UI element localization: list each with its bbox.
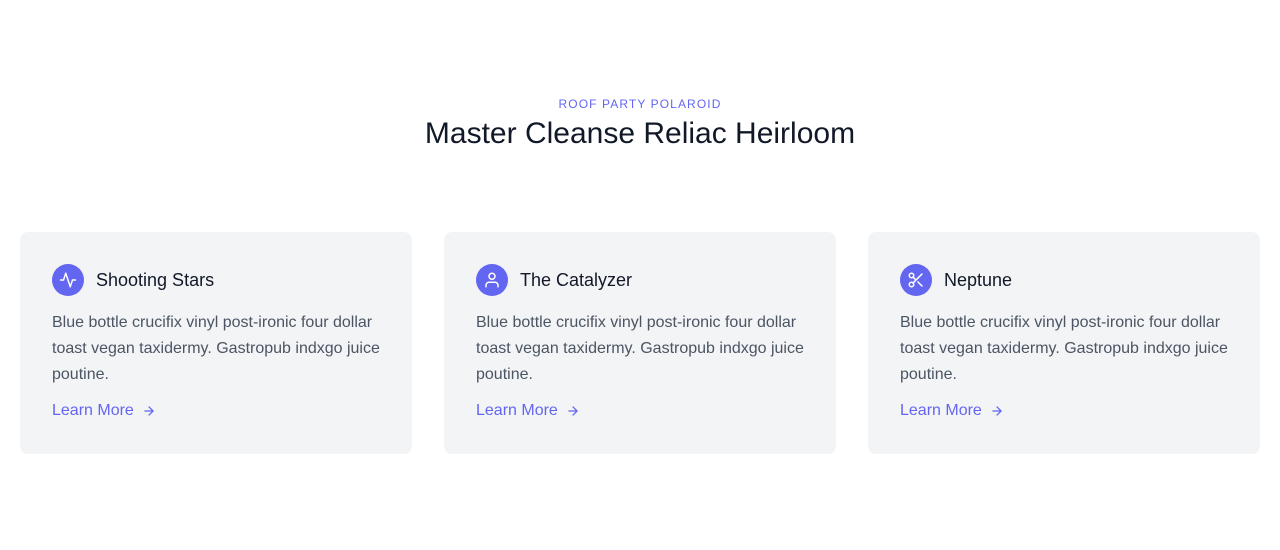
activity-icon	[52, 264, 84, 296]
learn-more-label: Learn More	[52, 402, 134, 419]
feature-card-neptune: Neptune Blue bottle crucifix vinyl post-…	[868, 232, 1260, 454]
card-title: The Catalyzer	[520, 269, 633, 290]
learn-more-label: Learn More	[476, 402, 558, 419]
card-header: Neptune	[900, 264, 1012, 296]
card-description: Blue bottle crucifix vinyl post-ironic f…	[900, 314, 1228, 383]
card-description: Blue bottle crucifix vinyl post-ironic f…	[52, 314, 380, 383]
arrow-right-icon	[566, 404, 580, 418]
learn-more-link[interactable]: Learn More	[52, 402, 156, 420]
card-header: The Catalyzer	[476, 264, 632, 296]
features-section: ROOF PARTY POLAROID Master Cleanse Relia…	[0, 0, 1280, 550]
section-heading: Master Cleanse Reliac Heirloom	[424, 117, 856, 150]
card-title: Neptune	[944, 269, 1013, 290]
scissors-icon	[900, 264, 932, 296]
feature-card-the-catalyzer: The Catalyzer Blue bottle crucifix vinyl…	[444, 232, 836, 454]
section-eyebrow: ROOF PARTY POLAROID	[558, 97, 722, 111]
feature-card-shooting-stars: Shooting Stars Blue bottle crucifix viny…	[20, 232, 412, 454]
user-icon	[476, 264, 508, 296]
learn-more-label: Learn More	[900, 402, 982, 419]
card-title: Shooting Stars	[96, 269, 215, 290]
learn-more-link[interactable]: Learn More	[476, 402, 580, 420]
card-header: Shooting Stars	[52, 264, 214, 296]
arrow-right-icon	[142, 404, 156, 418]
card-description: Blue bottle crucifix vinyl post-ironic f…	[476, 314, 804, 383]
learn-more-link[interactable]: Learn More	[900, 402, 1004, 420]
arrow-right-icon	[990, 404, 1004, 418]
